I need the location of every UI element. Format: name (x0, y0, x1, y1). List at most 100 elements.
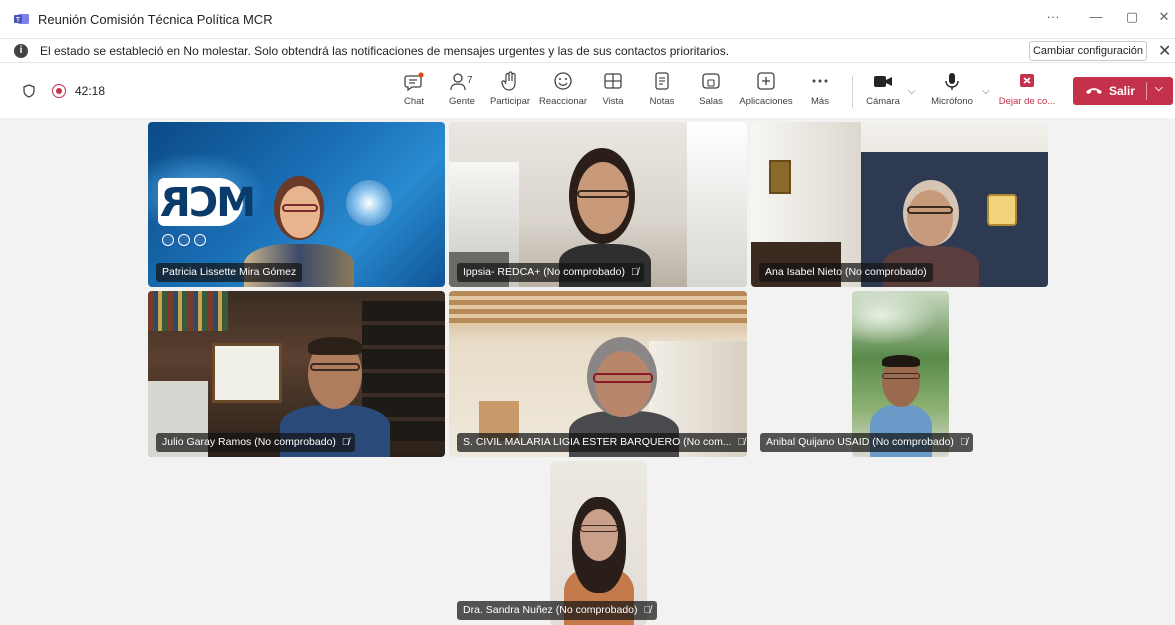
mcr-logo-text: MCR (162, 180, 256, 226)
video-tile[interactable]: Ippsia- REDCA+ (No comprobado) 🎙̸ (449, 122, 747, 287)
microphone-options-chevron-icon[interactable]: ⌵ (982, 86, 990, 97)
face (595, 351, 651, 417)
ribbon-icon (194, 234, 206, 246)
leave-label: Salir (1109, 84, 1136, 98)
dnd-banner: i El estado se estableció en No molestar… (0, 38, 1175, 63)
microphone-icon (945, 73, 959, 90)
add-apps-icon (757, 72, 775, 90)
mic-off-icon: 🎙̸ (643, 605, 652, 616)
info-icon: i (14, 44, 28, 58)
raise-hand-label: Participar (489, 96, 531, 107)
notes-button[interactable]: Notas (648, 70, 676, 114)
banner-message: El estado se estableció en No molestar. … (40, 44, 730, 58)
chat-button[interactable]: Chat (400, 70, 428, 114)
face (577, 162, 629, 234)
glasses (577, 190, 629, 198)
microphone-button[interactable]: Micrófono (928, 70, 976, 114)
camera-label: Cámara (866, 96, 900, 107)
video-tile[interactable]: Dra. Sandra Nuñez (No comprobado) 🎙̸ (457, 461, 658, 625)
participant-name-text: Dra. Sandra Nuñez (No comprobado) (463, 604, 638, 616)
logo-badge-icon (178, 234, 190, 246)
glasses (593, 373, 653, 383)
react-button[interactable]: Reaccionar (539, 70, 587, 114)
camera-button[interactable]: Cámara (864, 70, 902, 114)
mic-off-icon: 🎙̸ (630, 267, 639, 278)
react-label: Reaccionar (539, 96, 588, 107)
banner-close-icon[interactable]: ✕ (1158, 41, 1171, 61)
stop-share-icon (1020, 74, 1034, 87)
bookshelf (148, 291, 228, 331)
view-label: Vista (602, 96, 624, 107)
face (280, 186, 320, 238)
video-tile[interactable]: S. CIVIL MALARIA LIGIA ESTER BARQUERO (N… (449, 291, 747, 457)
notes-label: Notas (649, 96, 675, 107)
video-tile[interactable]: Julio Garay Ramos (No comprobado) 🎙̸ (148, 291, 445, 457)
chat-label: Chat (403, 96, 425, 107)
video-tile[interactable]: MCR Patricia Lissette Mira Gómez (148, 122, 445, 287)
logo-badge-icon (162, 234, 174, 246)
stop-sharing-button[interactable]: Dejar de co... (998, 70, 1056, 114)
stop-sharing-label: Dejar de co... (998, 96, 1056, 107)
grid-view-icon (604, 73, 622, 89)
participant-name: Dra. Sandra Nuñez (No comprobado) 🎙̸ (457, 601, 658, 620)
raise-hand-button[interactable]: Participar (489, 70, 531, 114)
more-button[interactable]: Más (808, 70, 832, 114)
video-tile[interactable]: Ana Isabel Nieto (No comprobado) (751, 122, 1048, 287)
people-button[interactable]: 7 Gente (448, 70, 476, 114)
mic-off-icon: 🎙̸ (959, 437, 968, 448)
emoji-icon (554, 72, 572, 90)
shield-icon[interactable] (23, 84, 35, 98)
wall-plaque (769, 160, 791, 194)
microphone-label: Micrófono (931, 96, 973, 107)
video-stage: MCR Patricia Lissette Mira Gómez Ippsia-… (0, 118, 1175, 625)
people-label: Gente (449, 96, 475, 107)
meeting-toolbar: 42:18 Chat 7 Gente Participar Reaccionar (0, 64, 1175, 118)
wall-emblem (987, 194, 1017, 226)
minimize-button[interactable]: — (1082, 9, 1110, 24)
camera-icon (874, 76, 892, 87)
glasses (907, 206, 953, 214)
leave-button[interactable]: Salir ⌵ (1073, 77, 1173, 105)
sky (852, 291, 949, 351)
apps-label: Aplicaciones (739, 96, 793, 107)
chat-icon (404, 72, 424, 92)
face (907, 190, 953, 246)
participant-name: Julio Garay Ramos (No comprobado) 🎙̸ (156, 433, 356, 452)
video-tile[interactable]: Anibal Quijano USAID (No comprobado) 🎙̸ (760, 291, 974, 457)
leave-options-chevron-icon[interactable]: ⌵ (1155, 83, 1163, 94)
mic-off-icon: 🎙̸ (341, 437, 350, 448)
participant-name: Ana Isabel Nieto (No comprobado) (759, 263, 933, 282)
participant-name-text: S. CIVIL MALARIA LIGIA ESTER BARQUERO (N… (463, 436, 732, 448)
apps-button[interactable]: Aplicaciones (738, 70, 794, 114)
people-count: 7 (467, 75, 473, 86)
wood-ceiling (449, 291, 747, 325)
close-button[interactable]: ✕ (1150, 9, 1175, 25)
face (580, 509, 618, 561)
hang-up-icon (1086, 88, 1102, 94)
wall-panel (687, 122, 747, 287)
rooms-label: Salas (699, 96, 723, 107)
glasses (310, 363, 360, 371)
participant-name: S. CIVIL MALARIA LIGIA ESTER BARQUERO (N… (457, 433, 747, 452)
change-settings-button[interactable]: Cambiar configuración (1029, 41, 1147, 61)
svg-text:T: T (16, 18, 20, 24)
teams-icon: T (14, 14, 29, 24)
title-bar: T Reunión Comisión Técnica Política MCR … (0, 0, 1175, 38)
rooms-button[interactable]: Salas (698, 70, 724, 114)
more-options-icon[interactable]: ··· (1039, 9, 1067, 24)
mic-off-icon: 🎙̸ (737, 437, 746, 448)
meeting-timer: 42:18 (75, 84, 106, 98)
participant-name-text: Ippsia- REDCA+ (No comprobado) (463, 266, 625, 278)
view-button[interactable]: Vista (601, 70, 625, 114)
camera-options-chevron-icon[interactable]: ⌵ (908, 86, 916, 97)
more-icon (812, 79, 828, 83)
participant-name-text: Anibal Quijano USAID (No comprobado) (766, 436, 954, 448)
participant-name: Anibal Quijano USAID (No comprobado) 🎙̸ (760, 433, 974, 452)
restore-button[interactable]: ▢ (1118, 9, 1146, 25)
more-label: Más (811, 96, 829, 107)
toolbar-separator (852, 76, 853, 108)
notes-icon (655, 72, 669, 90)
leave-divider (1146, 82, 1147, 100)
window-title: Reunión Comisión Técnica Política MCR (38, 12, 273, 27)
breakout-rooms-icon (702, 73, 720, 89)
